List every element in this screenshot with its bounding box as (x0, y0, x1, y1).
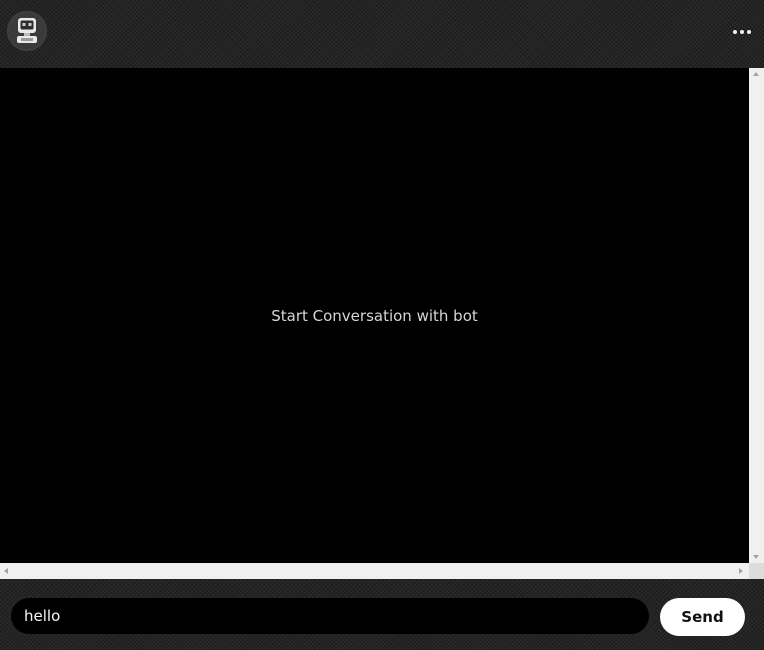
chat-header (0, 0, 764, 68)
scroll-right-icon[interactable] (739, 568, 743, 574)
scrollbar-corner (749, 563, 764, 579)
composer-bar: Send (0, 579, 764, 650)
scroll-up-icon[interactable] (753, 72, 759, 76)
more-options-button[interactable] (728, 20, 756, 44)
message-list[interactable]: Start Conversation with bot (0, 68, 749, 563)
vertical-scrollbar[interactable] (749, 68, 764, 563)
scroll-left-icon[interactable] (4, 568, 8, 574)
empty-state-text: Start Conversation with bot (271, 306, 478, 325)
message-input[interactable] (11, 598, 649, 634)
chat-window: Start Conversation with bot Send (0, 0, 764, 650)
send-button[interactable]: Send (660, 598, 745, 636)
more-horizontal-icon (732, 30, 753, 34)
robot-icon (17, 18, 37, 43)
horizontal-scrollbar[interactable] (0, 563, 749, 579)
bot-avatar (7, 11, 47, 51)
scroll-down-icon[interactable] (753, 555, 759, 559)
